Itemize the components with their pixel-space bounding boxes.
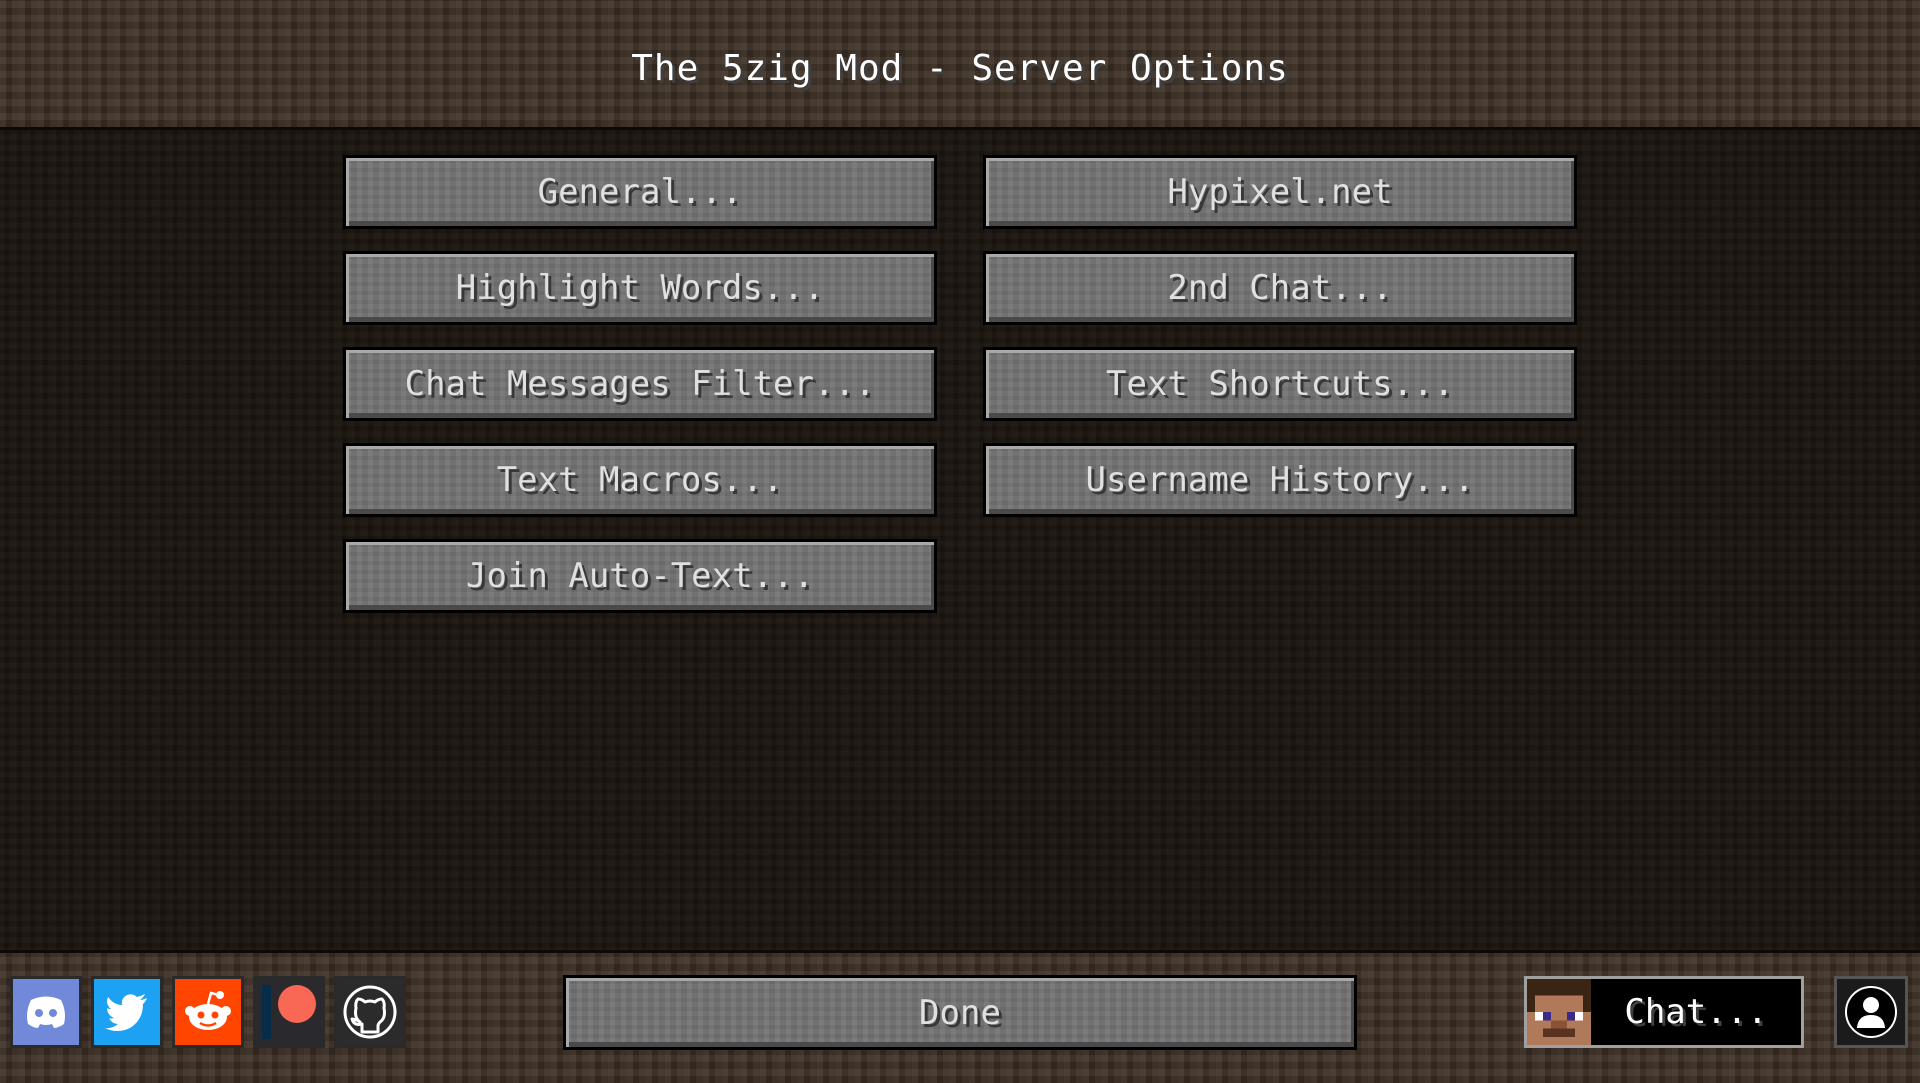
player-head-icon	[1527, 979, 1591, 1045]
discord-button[interactable]	[10, 976, 82, 1048]
patreon-icon	[262, 985, 316, 1039]
profile-button[interactable]	[1834, 976, 1908, 1048]
join-auto-text-button[interactable]: Join Auto-Text...	[343, 539, 937, 613]
github-button[interactable]	[334, 976, 406, 1048]
user-icon	[1845, 986, 1897, 1038]
text-macros-button[interactable]: Text Macros...	[343, 443, 937, 517]
twitter-button[interactable]	[91, 976, 163, 1048]
general-button[interactable]: General...	[343, 155, 937, 229]
discord-icon	[27, 996, 65, 1028]
reddit-icon	[185, 991, 231, 1030]
text-shortcuts-button[interactable]: Text Shortcuts...	[983, 347, 1577, 421]
patreon-button[interactable]	[253, 976, 325, 1048]
chat-messages-filter-button[interactable]: Chat Messages Filter...	[343, 347, 937, 421]
twitter-icon	[105, 994, 147, 1031]
done-button[interactable]: Done	[563, 975, 1357, 1050]
github-icon	[343, 985, 397, 1039]
reddit-button[interactable]	[172, 976, 244, 1048]
username-history-button[interactable]: Username History...	[983, 443, 1577, 517]
chat-button[interactable]: Chat...	[1524, 976, 1804, 1048]
second-chat-button[interactable]: 2nd Chat...	[983, 251, 1577, 325]
hypixel-button[interactable]: Hypixel.net	[983, 155, 1577, 229]
page-title: The 5zig Mod - Server Options	[631, 48, 1289, 89]
chat-label: Chat...	[1624, 992, 1768, 1032]
highlight-words-button[interactable]: Highlight Words...	[343, 251, 937, 325]
